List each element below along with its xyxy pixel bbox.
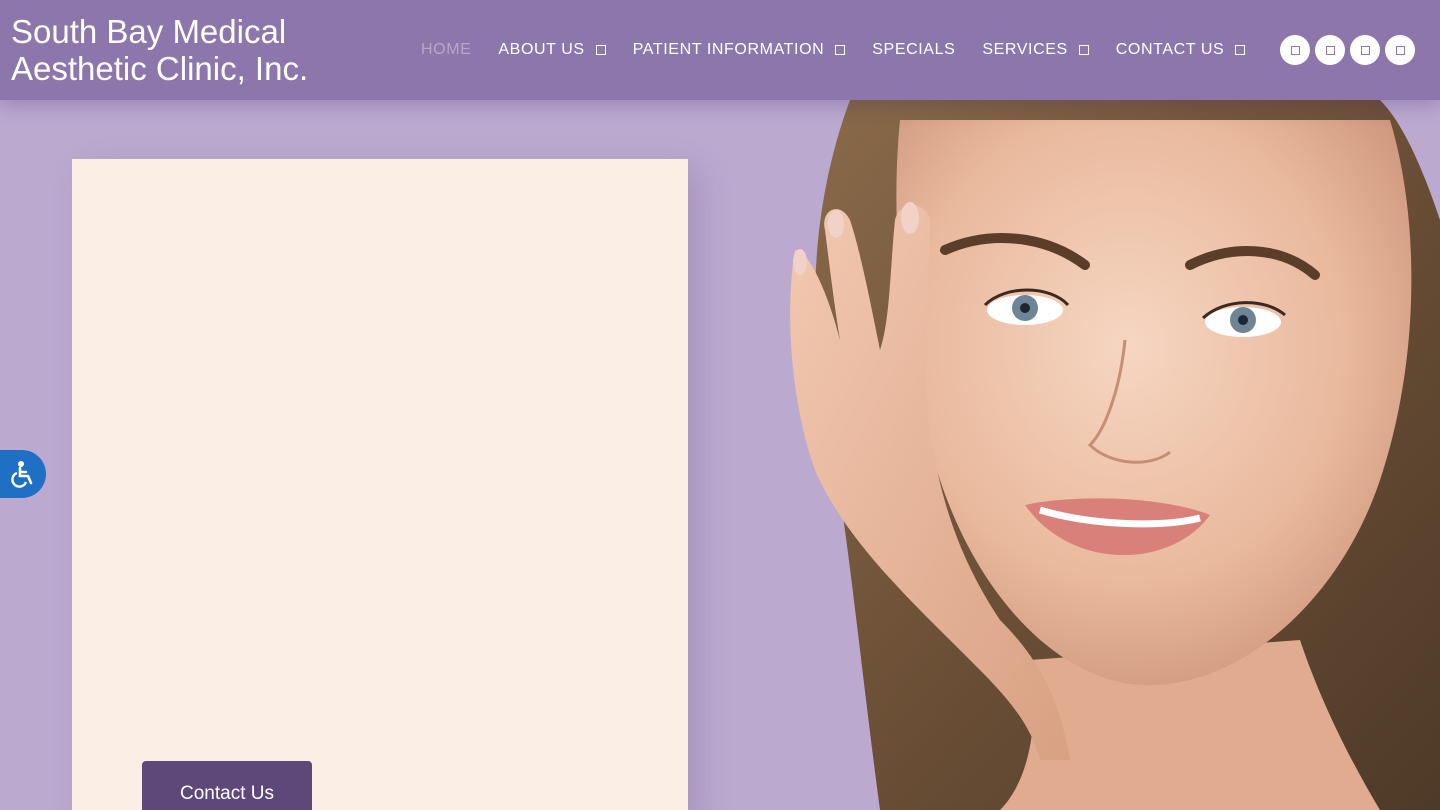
hero-section: Contact Us — [0, 100, 1440, 810]
nav-contact-label: CONTACT US — [1115, 41, 1225, 58]
social-glyph-icon — [1290, 45, 1300, 55]
nav-specials-label: SPECIALS — [872, 41, 956, 58]
main-nav: HOME ABOUT US PATIENT INFORMATION SPECIA… — [421, 38, 1246, 62]
site-logo[interactable]: South Bay Medical Aesthetic Clinic, Inc. — [11, 13, 308, 87]
site-title-line1: South Bay Medical — [11, 13, 287, 50]
social-glyph-icon — [1325, 45, 1335, 55]
social-icon-1[interactable] — [1280, 35, 1310, 65]
wheelchair-icon — [11, 461, 33, 488]
social-icon-3[interactable] — [1350, 35, 1380, 65]
social-glyph-icon — [1360, 45, 1370, 55]
accessibility-button[interactable] — [0, 450, 46, 498]
hero-content-panel: Contact Us — [72, 159, 688, 810]
dropdown-icon — [1078, 45, 1089, 55]
nav-item-specials[interactable]: SPECIALS — [872, 41, 955, 59]
social-icon-4[interactable] — [1385, 35, 1415, 65]
nav-item-about-us[interactable]: ABOUT US — [498, 41, 606, 59]
nav-services-label: SERVICES — [982, 41, 1068, 58]
social-icon-2[interactable] — [1315, 35, 1345, 65]
contact-us-button-label: Contact Us — [180, 783, 274, 804]
contact-us-button[interactable]: Contact Us — [142, 761, 312, 810]
nav-patient-info-label: PATIENT INFORMATION — [632, 41, 825, 58]
nav-home-label: HOME — [421, 41, 472, 58]
hero-portrait-image — [790, 100, 1440, 810]
nav-item-services[interactable]: SERVICES — [982, 41, 1089, 59]
site-header: South Bay Medical Aesthetic Clinic, Inc.… — [0, 0, 1440, 100]
social-links — [1280, 35, 1415, 65]
site-title-line2: Aesthetic Clinic, Inc. — [11, 50, 309, 87]
dropdown-icon — [595, 45, 606, 55]
nav-item-home[interactable]: HOME — [421, 41, 471, 59]
nav-about-label: ABOUT US — [498, 41, 585, 58]
nav-item-patient-information[interactable]: PATIENT INFORMATION — [633, 41, 846, 59]
dropdown-icon — [835, 45, 846, 55]
social-glyph-icon — [1395, 45, 1405, 55]
dropdown-icon — [1235, 45, 1246, 55]
nav-item-contact-us[interactable]: CONTACT US — [1116, 41, 1246, 59]
